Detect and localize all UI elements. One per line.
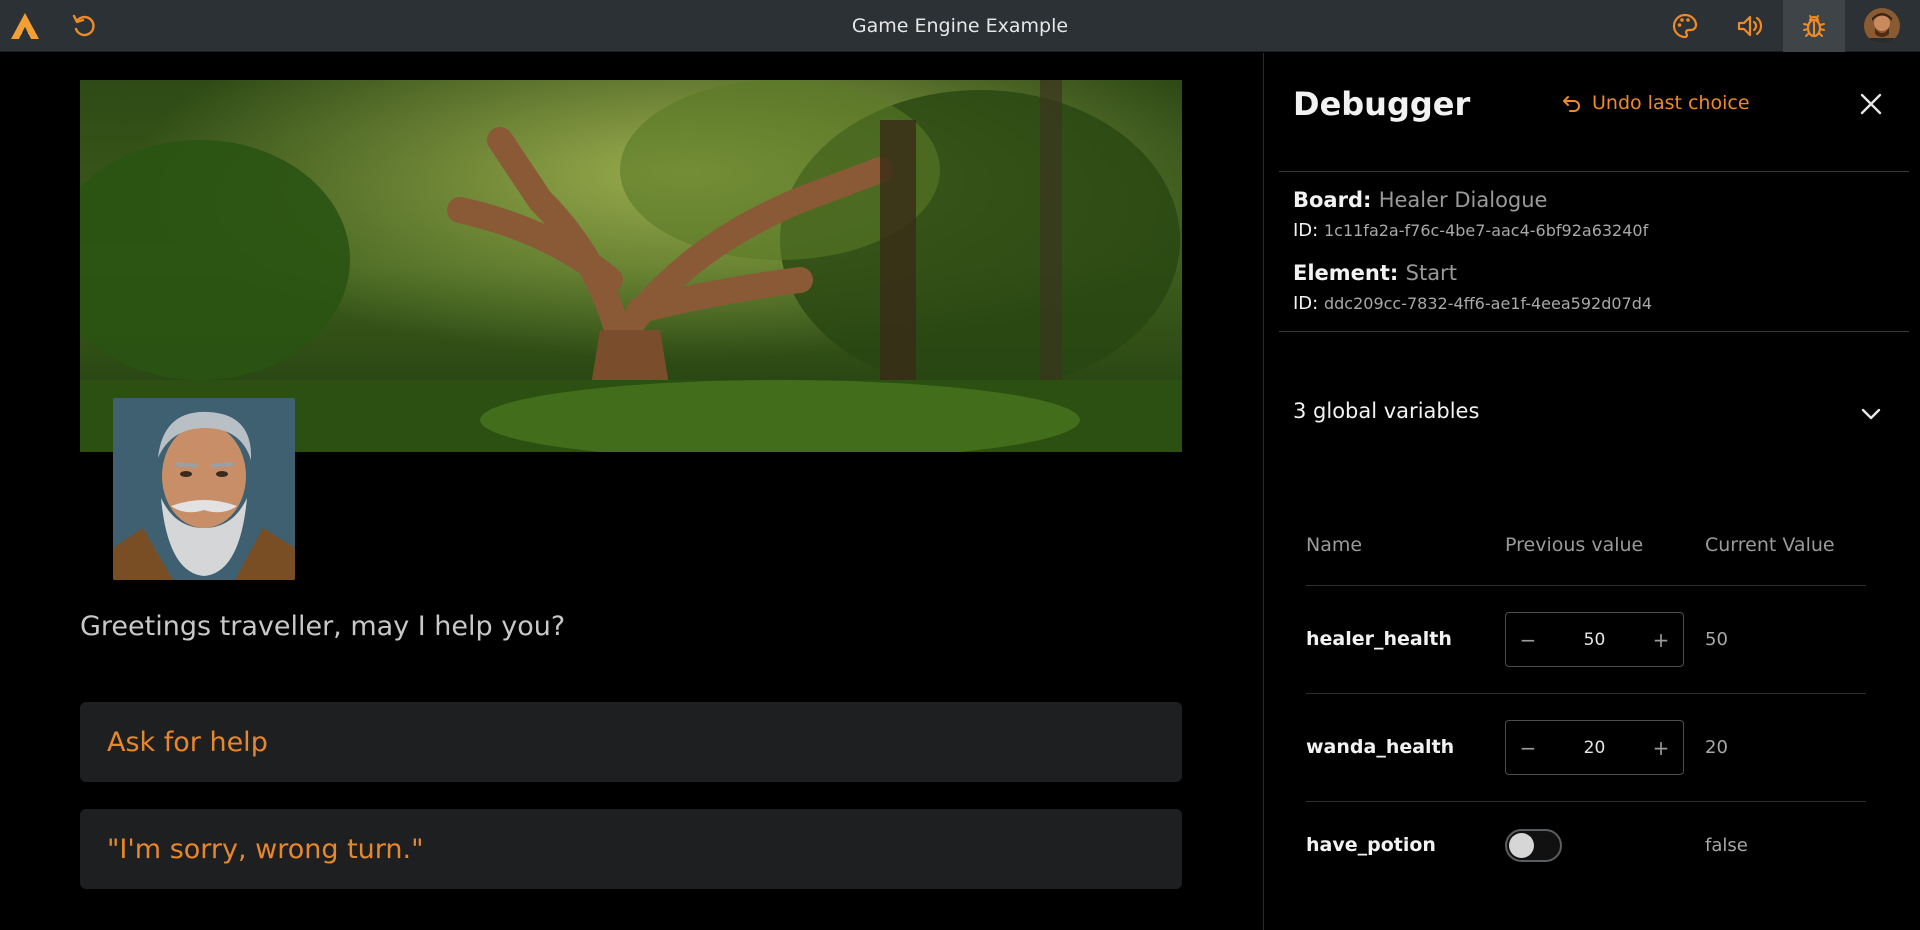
user-avatar[interactable] [1864,8,1900,44]
choice-label: "I'm sorry, wrong turn." [107,833,424,865]
stepper-value[interactable]: 50 [1584,630,1606,650]
previous-value-stepper: − 20 + [1505,720,1684,775]
board-value: Healer Dialogue [1378,188,1548,212]
divider [1279,171,1909,172]
choice-label: Ask for help [107,726,268,758]
board-info: Board: Healer Dialogue [1293,188,1547,212]
row-divider [1306,801,1866,802]
app-title: Game Engine Example [851,15,1069,37]
plus-icon[interactable]: + [1651,736,1671,760]
variable-name: have_potion [1306,834,1436,856]
toggle-knob [1509,833,1534,858]
stepper-value[interactable]: 20 [1584,738,1606,758]
element-label: Element: [1293,261,1399,285]
forest-banner-image [80,80,1182,452]
minus-icon[interactable]: − [1518,628,1538,652]
element-id-label: ID: [1293,293,1319,314]
palette-icon[interactable] [1654,0,1716,52]
choice-wrong-turn[interactable]: "I'm sorry, wrong turn." [80,809,1182,889]
current-value: false [1705,835,1748,856]
chevron-down-icon[interactable] [1860,403,1882,425]
global-variables-toggle[interactable]: 3 global variables [1293,399,1479,423]
previous-value-stepper: − 50 + [1505,612,1684,667]
board-id-value: 1c11fa2a-f76c-4be7-aac4-6bf92a63240f [1323,221,1649,240]
debugger-panel: Debugger Undo last choice Board: Healer … [1263,53,1920,930]
volume-icon[interactable] [1718,0,1780,52]
column-header-current: Current Value [1705,534,1835,556]
top-bar: Game Engine Example [0,0,1920,52]
choice-ask-for-help[interactable]: Ask for help [80,702,1182,782]
healer-portrait [113,398,295,580]
minus-icon[interactable]: − [1518,736,1538,760]
element-id: ID: ddc209cc-7832-4ff6-ae1f-4eea592d07d4 [1293,293,1652,314]
variable-name: wanda_health [1306,736,1455,758]
divider [1279,331,1909,332]
dialogue-text: Greetings traveller, may I help you? [80,611,566,642]
plus-icon[interactable]: + [1651,628,1671,652]
undo-icon [1563,96,1580,112]
close-icon[interactable] [1858,91,1884,117]
board-id-label: ID: [1293,220,1319,241]
debugger-title: Debugger [1293,85,1471,123]
variable-name: healer_health [1306,628,1452,650]
previous-value-toggle[interactable] [1505,829,1562,862]
board-label: Board: [1293,188,1372,212]
column-header-name: Name [1306,534,1363,556]
element-id-value: ddc209cc-7832-4ff6-ae1f-4eea592d07d4 [1323,294,1653,313]
current-value: 50 [1705,629,1728,650]
game-area: Greetings traveller, may I help you? Ask… [0,53,1263,930]
column-header-previous: Previous value [1505,534,1644,556]
row-divider [1306,693,1866,694]
element-info: Element: Start [1293,261,1457,285]
undo-label: Undo last choice [1592,92,1750,114]
undo-last-choice-button[interactable]: Undo last choice [1562,92,1750,114]
current-value: 20 [1705,737,1728,758]
element-value: Start [1405,261,1457,285]
row-divider [1306,585,1866,586]
board-id: ID: 1c11fa2a-f76c-4be7-aac4-6bf92a63240f [1293,220,1648,241]
bug-icon[interactable] [1783,0,1845,52]
